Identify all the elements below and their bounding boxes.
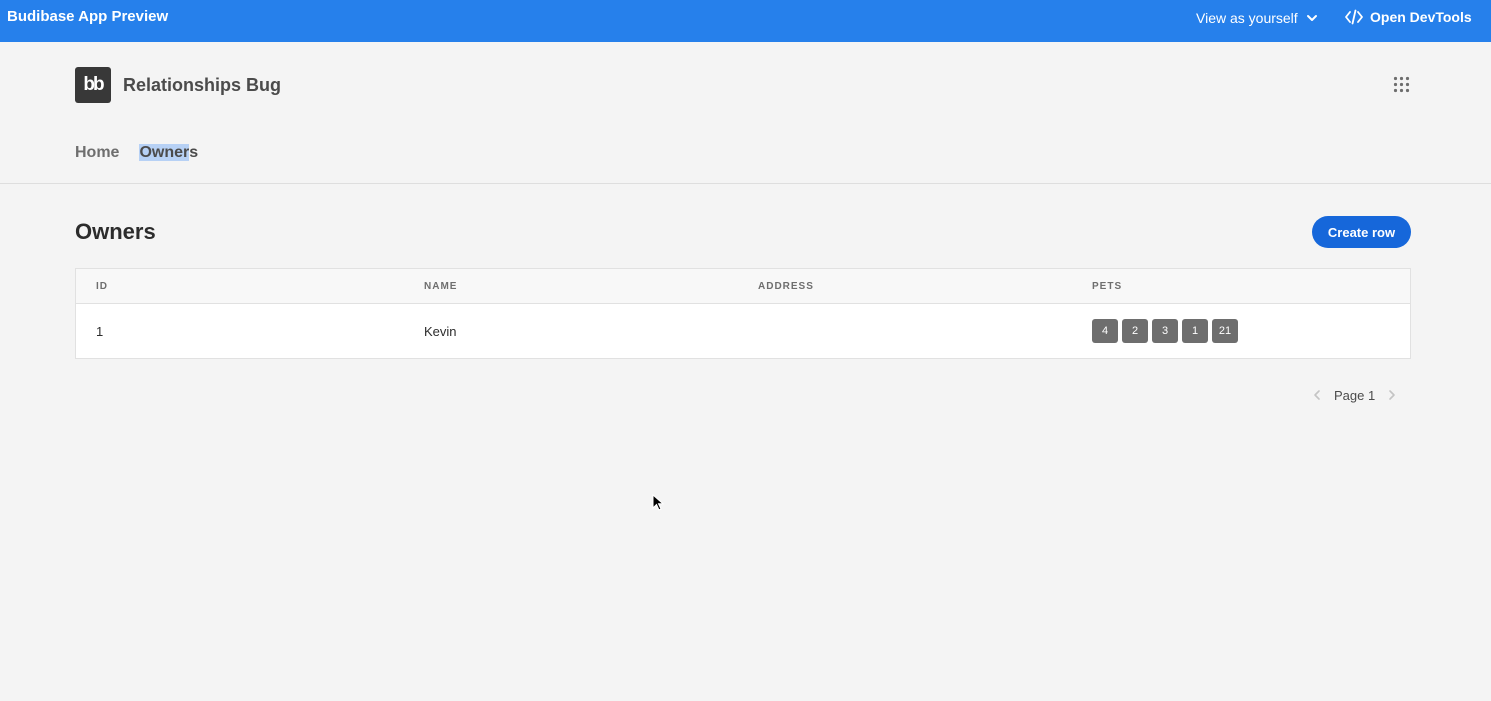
chevron-down-icon [1306, 15, 1317, 21]
app-header: bb Relationships Bug Home Owners [0, 42, 1491, 184]
column-header-address[interactable]: ADDRESS [758, 281, 814, 293]
view-as-label: View as yourself [1196, 10, 1298, 26]
page-label: Page 1 [1334, 387, 1376, 403]
open-devtools-button[interactable]: Open DevTools [1345, 8, 1472, 26]
nav-item-owners-selected-text: Owner [139, 144, 190, 161]
code-icon [1345, 9, 1363, 25]
chevron-right-icon [1389, 390, 1396, 400]
main-nav: Home Owners [75, 143, 198, 163]
mouse-cursor-icon [652, 494, 664, 511]
pet-pill[interactable]: 21 [1212, 319, 1238, 343]
cell-pets: 4 2 3 1 21 [1092, 319, 1238, 343]
column-header-id[interactable]: ID [96, 281, 108, 293]
pagination: Page 1 [1310, 386, 1399, 404]
pet-pill[interactable]: 2 [1122, 319, 1148, 343]
nav-item-owners-rest-text: s [189, 144, 199, 161]
create-row-button[interactable]: Create row [1312, 216, 1411, 248]
column-header-name[interactable]: NAME [424, 281, 457, 293]
previous-page-button[interactable] [1310, 388, 1324, 402]
table-row[interactable]: 1 Kevin 4 2 3 1 21 [76, 304, 1410, 358]
pet-pill[interactable]: 1 [1182, 319, 1208, 343]
nav-item-owners[interactable]: Owners [139, 143, 198, 163]
open-devtools-label: Open DevTools [1370, 9, 1472, 25]
preview-bar: Budibase App Preview View as yourself Op… [0, 0, 1491, 42]
app-logo[interactable]: bb [75, 67, 111, 103]
pet-pill[interactable]: 4 [1092, 319, 1118, 343]
pet-pill[interactable]: 3 [1152, 319, 1178, 343]
grid-icon[interactable] [1393, 76, 1410, 93]
view-as-dropdown[interactable]: View as yourself [1196, 9, 1318, 27]
cell-name: Kevin [424, 324, 457, 339]
page-title: Owners [75, 219, 156, 244]
table-header: ID NAME ADDRESS PETS [76, 269, 1410, 304]
chevron-left-icon [1314, 390, 1320, 400]
column-header-pets[interactable]: PETS [1092, 281, 1122, 293]
preview-title: Budibase App Preview [7, 8, 169, 25]
app-title: Relationships Bug [123, 75, 282, 95]
cell-id: 1 [96, 324, 104, 339]
next-page-button[interactable] [1385, 388, 1399, 402]
app-logo-text: bb [83, 74, 104, 95]
nav-item-home[interactable]: Home [75, 143, 119, 163]
owners-table: ID NAME ADDRESS PETS 1 Kevin 4 2 3 1 21 [75, 268, 1411, 359]
